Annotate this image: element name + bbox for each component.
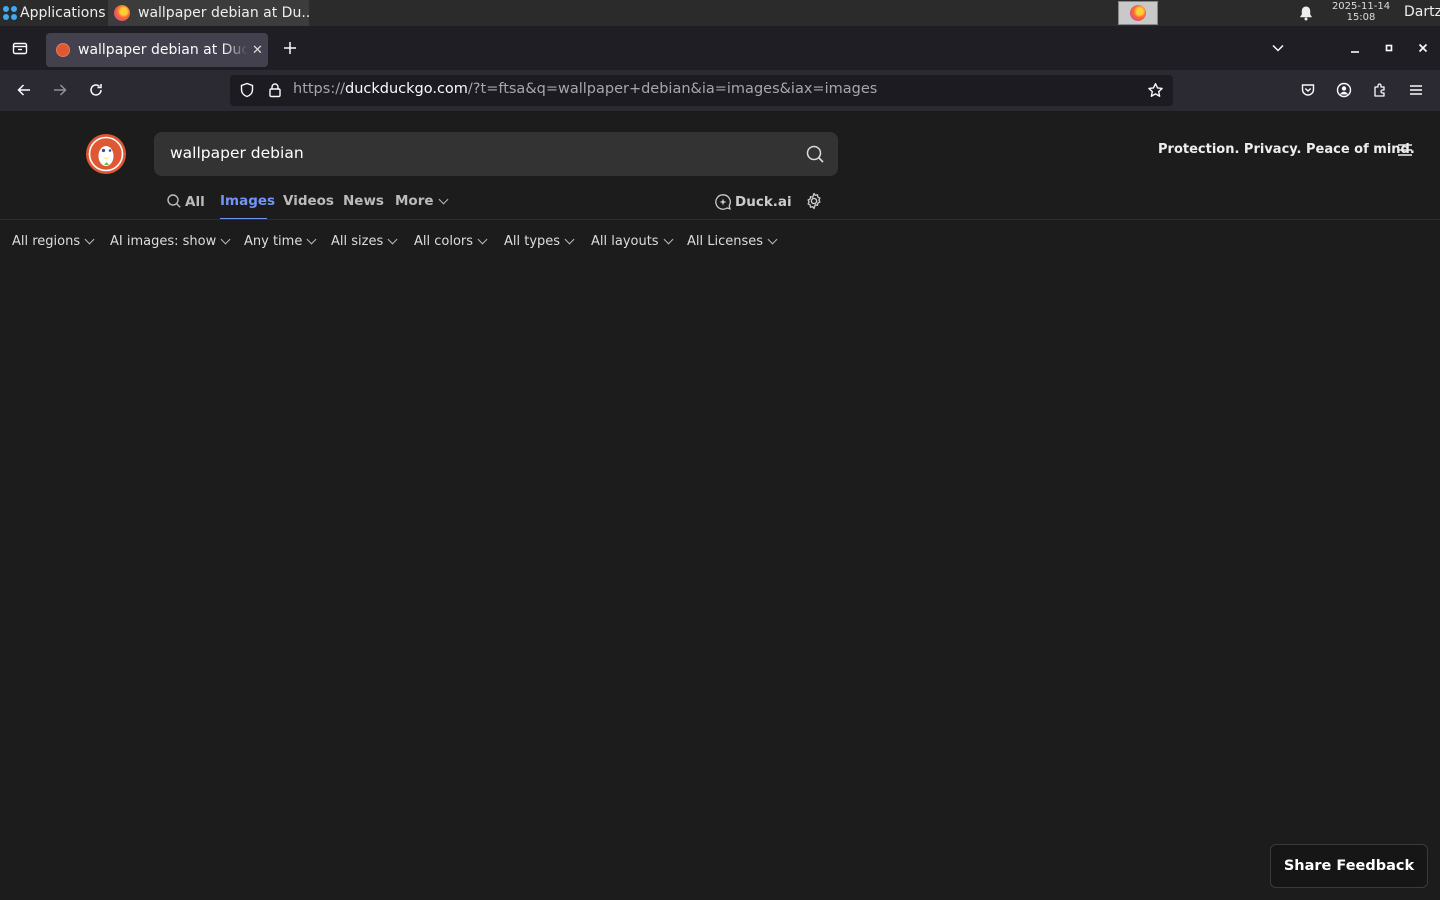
firefox-icon: [114, 5, 130, 21]
chevron-down-icon: [767, 234, 778, 245]
filter-layouts-label: All layouts: [591, 234, 659, 249]
tracking-protection-shield-icon[interactable]: [239, 82, 255, 102]
filter-ai-images-label: AI images: show: [110, 234, 217, 249]
chevron-down-icon: [84, 234, 95, 245]
settings-gear-icon[interactable]: [805, 192, 823, 210]
applications-label: Applications: [20, 5, 106, 21]
puzzle-icon: [1374, 83, 1385, 97]
account-button[interactable]: [1330, 76, 1358, 104]
filter-licenses[interactable]: All Licenses: [687, 234, 778, 249]
lock-icon[interactable]: [267, 82, 283, 102]
duckduckgo-favicon-icon: [56, 43, 70, 57]
filter-sizes-label: All sizes: [331, 234, 384, 249]
hamburger-icon: [1410, 85, 1422, 95]
filter-regions-label: All regions: [12, 234, 81, 249]
tab-more[interactable]: More: [395, 193, 448, 209]
firefox-view-button[interactable]: [6, 34, 34, 62]
share-feedback-button[interactable]: Share Feedback: [1270, 844, 1428, 888]
applications-icon: [2, 5, 18, 21]
chevron-down-icon: [1272, 44, 1284, 52]
clock[interactable]: 2025-11-14 15:08: [1322, 1, 1400, 23]
filter-ai-images[interactable]: AI images: show: [110, 234, 231, 249]
filter-colors[interactable]: All colors: [414, 234, 488, 249]
tab-close-icon[interactable]: ✕: [252, 43, 263, 58]
reload-icon: [90, 84, 102, 96]
firefox-view-icon: [12, 42, 28, 55]
ddg-page: wallpaper debian Protection. Privacy. Pe…: [0, 111, 1440, 900]
chevron-down-icon: [306, 234, 317, 245]
duckai-link[interactable]: Duck.ai: [714, 193, 792, 211]
notification-bell-icon[interactable]: [1298, 5, 1314, 21]
maximize-icon: [1385, 44, 1393, 52]
chevron-down-icon: [220, 234, 231, 245]
os-taskbar: Applications ☰ wallpaper debian at Du...…: [0, 0, 1440, 26]
maximize-button[interactable]: [1375, 34, 1403, 62]
account-icon: [1336, 82, 1352, 98]
user-menu[interactable]: Dartz: [1404, 4, 1440, 20]
url-bar[interactable]: https://duckduckgo.com/?t=ftsa&q=wallpap…: [230, 75, 1173, 106]
url-scheme: https://: [293, 81, 345, 97]
tab-all-label: All: [185, 194, 205, 210]
chevron-down-icon: [387, 234, 398, 245]
filter-types[interactable]: All types: [504, 234, 575, 249]
filter-regions[interactable]: All regions: [12, 234, 95, 249]
filter-time-label: Any time: [244, 234, 303, 249]
tab-videos[interactable]: Videos: [283, 193, 334, 209]
search-box[interactable]: wallpaper debian: [154, 132, 838, 176]
url-path: /?t=ftsa&q=wallpaper+debian&ia=images&ia…: [467, 81, 878, 97]
new-tab-button[interactable]: [276, 34, 304, 62]
taskbar-window-title: wallpaper debian at Du...: [138, 5, 309, 21]
filter-time[interactable]: Any time: [244, 234, 317, 249]
browser-nav-bar: https://duckduckgo.com/?t=ftsa&q=wallpap…: [0, 70, 1440, 111]
applications-menu[interactable]: Applications ☰: [0, 0, 108, 26]
url-host: duckduckgo.com: [344, 81, 468, 97]
tab-title: wallpaper debian at DuckDuckGo: [78, 42, 248, 58]
filter-colors-label: All colors: [414, 234, 474, 249]
close-icon: [1418, 43, 1428, 53]
header-divider: [0, 219, 1440, 220]
tab-more-label: More: [395, 193, 434, 209]
back-button[interactable]: [10, 76, 38, 104]
duckai-label: Duck.ai: [735, 194, 792, 210]
filter-sizes[interactable]: All sizes: [331, 234, 398, 249]
taskbar-window-firefox[interactable]: wallpaper debian at Du...: [108, 0, 309, 26]
tab-images[interactable]: Images: [220, 193, 275, 209]
search-input[interactable]: wallpaper debian: [170, 144, 304, 162]
chevron-down-icon: [477, 234, 488, 245]
tagline: Protection. Privacy. Peace of mind.: [1158, 142, 1415, 157]
search-icon[interactable]: [804, 143, 826, 165]
pocket-icon: [1301, 84, 1315, 96]
browser-tab-active[interactable]: wallpaper debian at DuckDuckGo ✕: [46, 33, 268, 67]
list-all-tabs-button[interactable]: [1264, 34, 1292, 62]
bookmark-star-icon[interactable]: [1147, 82, 1164, 103]
ddg-menu-icon[interactable]: [1396, 141, 1414, 159]
arrow-right-icon: [54, 84, 67, 96]
plus-icon: [284, 42, 296, 54]
filter-layouts[interactable]: All layouts: [591, 234, 674, 249]
minimize-icon: [1351, 51, 1359, 53]
minimize-button[interactable]: [1341, 34, 1369, 62]
clock-date: 2025-11-14: [1331, 1, 1391, 12]
pocket-button[interactable]: [1294, 76, 1322, 104]
reload-button[interactable]: [82, 76, 110, 104]
search-small-icon: [167, 194, 181, 208]
filter-licenses-label: All Licenses: [687, 234, 764, 249]
workspace-thumbnail[interactable]: [1118, 1, 1158, 25]
chevron-down-icon: [564, 234, 575, 245]
forward-button[interactable]: [46, 76, 74, 104]
tab-all[interactable]: All: [166, 193, 205, 210]
extensions-button[interactable]: [1366, 76, 1394, 104]
tab-news[interactable]: News: [343, 193, 384, 209]
app-menu-button[interactable]: [1402, 76, 1430, 104]
duckduckgo-logo-icon[interactable]: [85, 133, 127, 175]
filter-types-label: All types: [504, 234, 561, 249]
arrow-left-icon: [17, 84, 30, 96]
close-window-button[interactable]: [1409, 34, 1437, 62]
chevron-down-icon: [438, 194, 448, 204]
chevron-down-icon: [663, 234, 674, 245]
firefox-thumb-icon: [1130, 5, 1146, 21]
clock-time: 15:08: [1346, 12, 1376, 23]
url-text[interactable]: https://duckduckgo.com/?t=ftsa&q=wallpap…: [293, 81, 877, 97]
duckai-chat-icon: [715, 194, 731, 210]
